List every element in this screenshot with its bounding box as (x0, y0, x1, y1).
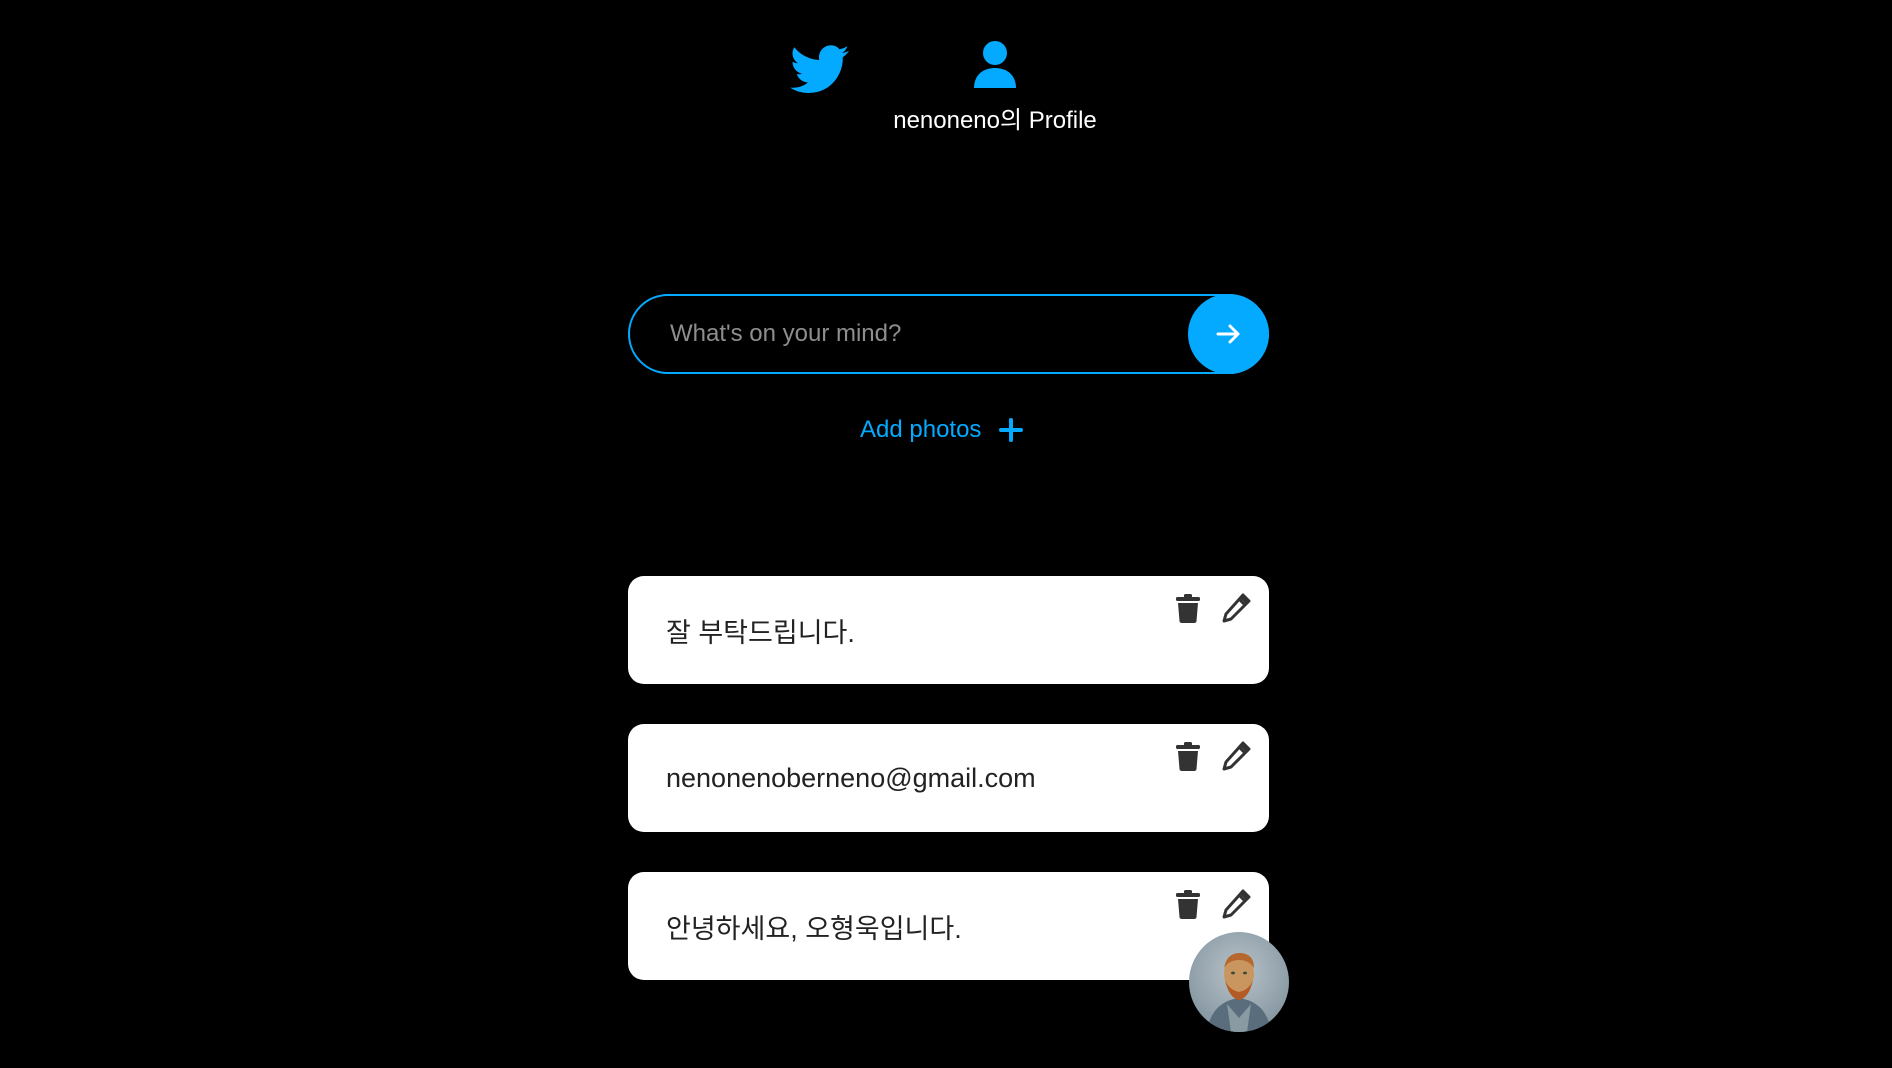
profile-label: nenoneno의 Profile (893, 107, 1097, 134)
tweet-actions (1173, 592, 1251, 624)
submit-tweet-button[interactable] (1188, 294, 1269, 374)
tweet-attached-photo (1189, 932, 1289, 1032)
trash-icon (1176, 890, 1200, 919)
arrow-right-icon (1216, 324, 1239, 344)
tweet-actions (1173, 888, 1251, 920)
tweet-card: nenonenoberneno@gmail.com (628, 724, 1269, 832)
pencil-icon (1222, 741, 1251, 771)
tweet-input[interactable] (628, 294, 1269, 374)
tweet-text: 잘 부탁드립니다. (666, 617, 855, 648)
profile-link[interactable]: nenoneno의 Profile (870, 40, 1120, 140)
pencil-icon (1222, 593, 1251, 623)
twitter-bird-icon (790, 45, 849, 93)
tweet-card: 잘 부탁드립니다. (628, 576, 1269, 684)
edit-tweet-button[interactable] (1221, 740, 1251, 772)
tweet-text: nenonenoberneno@gmail.com (666, 762, 1036, 793)
tweet-text: 안녕하세요, 오형욱입니다. (666, 913, 962, 944)
user-icon (974, 41, 1016, 88)
tweet-list: 잘 부탁드립니다. nenonenoberneno@gmail.com 안녕하세… (628, 576, 1289, 1032)
tweet-card: 안녕하세요, 오형욱입니다. (628, 872, 1289, 1032)
pencil-icon (1222, 889, 1251, 919)
trash-icon (1176, 594, 1200, 623)
edit-tweet-button[interactable] (1221, 888, 1251, 920)
plus-icon (999, 418, 1024, 442)
portrait-image (1189, 932, 1289, 1032)
home-link[interactable] (790, 44, 850, 96)
delete-tweet-button[interactable] (1173, 888, 1203, 920)
delete-tweet-button[interactable] (1173, 592, 1203, 624)
top-navigation: nenoneno의 Profile (0, 0, 1892, 150)
add-photos-button[interactable]: Add photos (860, 410, 1024, 450)
tweet-composer (628, 294, 1269, 374)
tweet-actions (1173, 740, 1251, 772)
add-photos-label: Add photos (860, 416, 982, 443)
edit-tweet-button[interactable] (1221, 592, 1251, 624)
trash-icon (1176, 742, 1200, 771)
delete-tweet-button[interactable] (1173, 740, 1203, 772)
